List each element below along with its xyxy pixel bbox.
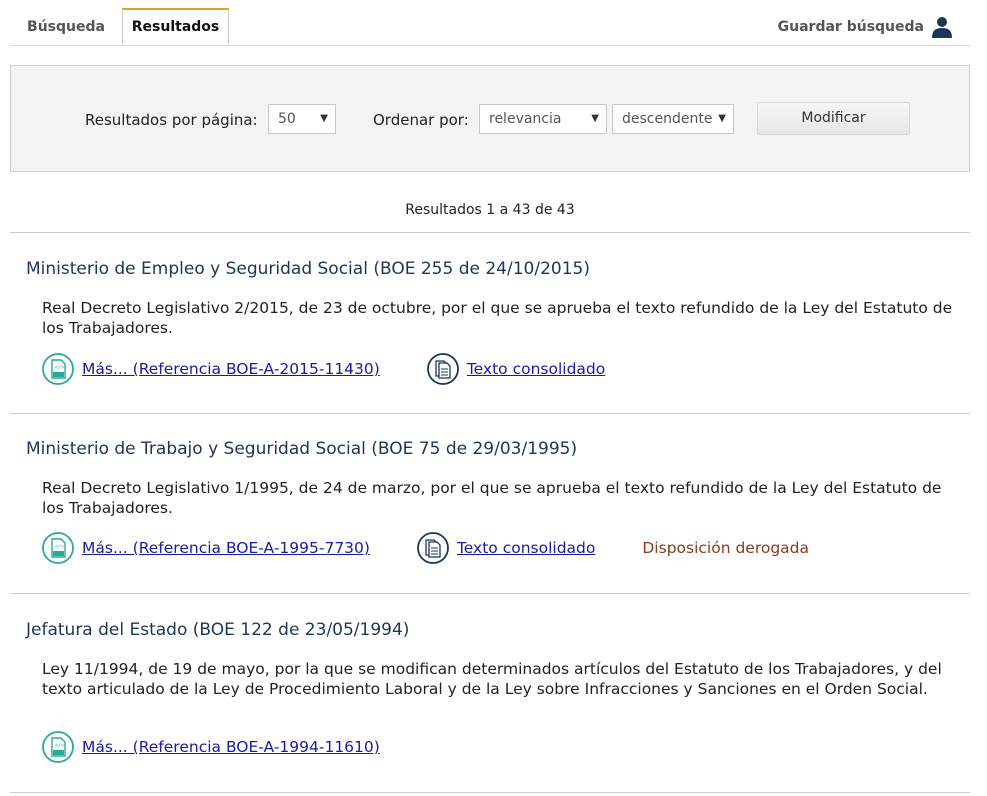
html-document-icon: </> bbox=[42, 731, 74, 763]
order-by-label: Ordenar por: bbox=[373, 111, 469, 129]
chevron-down-icon: ▼ bbox=[718, 113, 726, 124]
result-title: Ministerio de Empleo y Seguridad Social … bbox=[26, 259, 590, 279]
results-count: Resultados 1 a 43 de 43 bbox=[405, 202, 575, 218]
save-search-label: Guardar búsqueda bbox=[777, 19, 924, 35]
result-links: </> Más... (Referencia BOE-A-1994-11610) bbox=[42, 731, 380, 763]
more-link[interactable]: </> Más... (Referencia BOE-A-1994-11610) bbox=[42, 731, 380, 763]
consolidated-text-link[interactable]: Texto consolidado bbox=[417, 532, 595, 564]
svg-text:</>: </> bbox=[55, 544, 64, 550]
per-page-value: 50 bbox=[278, 111, 296, 127]
svg-text:</>: </> bbox=[55, 365, 64, 371]
user-icon bbox=[932, 17, 952, 38]
more-link[interactable]: </> Más... (Referencia BOE-A-2015-11430) bbox=[42, 353, 380, 385]
result-title: Ministerio de Trabajo y Seguridad Social… bbox=[26, 439, 578, 459]
html-document-icon: </> bbox=[42, 353, 74, 385]
consolidated-text-link-text[interactable]: Texto consolidado bbox=[457, 539, 595, 557]
divider bbox=[10, 413, 970, 414]
more-link-text[interactable]: Más... (Referencia BOE-A-1994-11610) bbox=[82, 738, 380, 756]
order-by-value: relevancia bbox=[489, 111, 562, 127]
more-link[interactable]: </> Más... (Referencia BOE-A-1995-7730) bbox=[42, 532, 370, 564]
save-search-button[interactable]: Guardar búsqueda bbox=[778, 9, 952, 45]
chevron-down-icon: ▼ bbox=[320, 113, 328, 124]
chevron-down-icon: ▼ bbox=[591, 113, 599, 124]
result-item: Ministerio de Empleo y Seguridad Social … bbox=[0, 259, 980, 399]
consolidated-text-link-text[interactable]: Texto consolidado bbox=[467, 360, 605, 378]
order-direction-select[interactable]: descendente ▼ bbox=[612, 104, 734, 134]
document-icon bbox=[417, 532, 449, 564]
result-description: Ley 11/1994, de 19 de mayo, por la que s… bbox=[42, 660, 942, 698]
html-document-icon: </> bbox=[42, 532, 74, 564]
document-icon bbox=[426, 353, 459, 385]
tab-busqueda[interactable]: Búsqueda bbox=[10, 9, 122, 44]
divider bbox=[10, 232, 970, 233]
divider bbox=[10, 593, 970, 594]
per-page-label: Resultados por página: bbox=[85, 111, 258, 129]
result-title: Jefatura del Estado (BOE 122 de 23/05/19… bbox=[26, 620, 410, 640]
result-description: Real Decreto Legislativo 1/1995, de 24 d… bbox=[42, 479, 942, 517]
result-item: Jefatura del Estado (BOE 122 de 23/05/19… bbox=[0, 620, 980, 780]
derogated-status: Disposición derogada bbox=[642, 539, 810, 557]
svg-text:</>: </> bbox=[55, 743, 64, 749]
tab-bar: Búsqueda Resultados Guardar búsqueda bbox=[10, 8, 970, 46]
result-description: Real Decreto Legislativo 2/2015, de 23 d… bbox=[42, 299, 953, 337]
modify-button[interactable]: Modificar bbox=[757, 102, 910, 135]
results-options-panel: Resultados por página: 50 ▼ Ordenar por:… bbox=[10, 65, 970, 172]
per-page-select[interactable]: 50 ▼ bbox=[268, 104, 336, 134]
result-links: </> Más... (Referencia BOE-A-1995-7730) … bbox=[42, 532, 809, 564]
result-links: </> Más... (Referencia BOE-A-2015-11430)… bbox=[42, 353, 605, 385]
tab-resultados[interactable]: Resultados bbox=[122, 8, 229, 45]
more-link-text[interactable]: Más... (Referencia BOE-A-2015-11430) bbox=[82, 360, 380, 378]
result-item: Ministerio de Trabajo y Seguridad Social… bbox=[0, 439, 980, 579]
consolidated-text-link[interactable]: Texto consolidado bbox=[426, 353, 605, 385]
order-direction-value: descendente bbox=[622, 111, 713, 127]
more-link-text[interactable]: Más... (Referencia BOE-A-1995-7730) bbox=[82, 539, 370, 557]
order-by-select[interactable]: relevancia ▼ bbox=[479, 104, 607, 134]
divider bbox=[10, 792, 970, 793]
